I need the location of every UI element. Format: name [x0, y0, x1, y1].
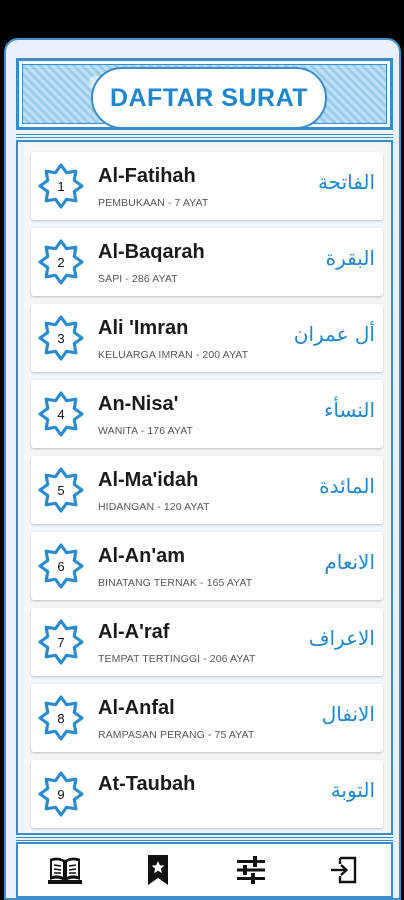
surah-name: Al-Baqarah	[98, 241, 205, 263]
surah-card[interactable]: 1 Al-Fatihah PEMBUKAAN - 7 AYAT الفاتحة	[31, 152, 383, 220]
surah-arabic-name: الاعراف	[308, 626, 375, 650]
surah-arabic-name: النسأء	[323, 398, 375, 422]
surah-meaning: KELUARGA IMRAN - 200 AYAT	[98, 349, 249, 361]
surah-meaning: PEMBUKAAN - 7 AYAT	[98, 197, 209, 209]
header-ornament: DAFTAR SURAT	[22, 64, 387, 129]
surah-name: Al-Fatihah	[98, 165, 196, 187]
surah-arabic-name: التوبة	[330, 778, 375, 802]
surah-arabic-name: أل عمران	[293, 322, 375, 346]
footer-divider	[16, 837, 393, 841]
exit-icon	[329, 856, 359, 884]
surah-number: 3	[57, 330, 65, 346]
surah-name: Al-Ma'idah	[98, 469, 199, 491]
surah-meaning: TEMPAT TERTINGGI - 206 AYAT	[98, 653, 256, 665]
nav-settings-button[interactable]	[221, 846, 281, 894]
surah-card[interactable]: 7 Al-A'raf TEMPAT TERTINGGI - 206 AYAT الاع…	[31, 608, 383, 676]
settings-sliders-icon	[236, 856, 266, 884]
surah-number: 6	[57, 558, 65, 574]
surah-name: Al-An'am	[98, 545, 185, 567]
surah-number: 8	[57, 710, 65, 726]
surah-card[interactable]: 9 At-Taubah التوبة	[31, 760, 383, 828]
surah-card[interactable]: 3 Ali 'Imran KELUARGA IMRAN - 200 AYAT أل ع…	[31, 304, 383, 372]
surah-card[interactable]: 2 Al-Baqarah SAPI - 286 AYAT البقرة	[31, 228, 383, 296]
surah-number: 1	[57, 178, 65, 194]
surah-card[interactable]: 6 Al-An'am BINATANG TERNAK - 165 AYAT الانع…	[31, 532, 383, 600]
app-window: DAFTAR SURAT 1 Al-Fatihah PEMBUKAAN - 7 AY…	[4, 38, 401, 900]
nav-quran-button[interactable]	[35, 846, 95, 894]
bookmark-star-icon	[145, 854, 171, 886]
bottom-navigation	[16, 842, 393, 898]
surah-card[interactable]: 4 An-Nisa' WANITA - 176 AYAT النسأء	[31, 380, 383, 448]
surah-number: 7	[57, 634, 65, 650]
surah-list: 1 Al-Fatihah PEMBUKAAN - 7 AYAT الفاتحة 2 Al-…	[18, 152, 391, 833]
surah-card[interactable]: 8 Al-Anfal RAMPASAN PERANG - 75 AYAT الانفا…	[31, 684, 383, 752]
surah-name: Ali 'Imran	[98, 317, 189, 339]
header-divider	[16, 134, 393, 138]
surah-meaning: HIDANGAN - 120 AYAT	[98, 501, 210, 513]
surah-number: 2	[57, 254, 65, 270]
surah-meaning: BINATANG TERNAK - 165 AYAT	[98, 577, 253, 589]
surah-number: 4	[57, 406, 65, 422]
quran-book-icon	[47, 855, 82, 885]
surah-arabic-name: الانعام	[324, 550, 375, 574]
surah-arabic-name: الانفال	[321, 702, 375, 726]
nav-bookmark-button[interactable]	[128, 846, 188, 894]
surah-meaning: WANITA - 176 AYAT	[98, 425, 194, 437]
surah-name: An-Nisa'	[98, 393, 179, 415]
surah-name: At-Taubah	[98, 773, 196, 795]
surah-list-frame[interactable]: 1 Al-Fatihah PEMBUKAAN - 7 AYAT الفاتحة 2 Al-…	[16, 140, 393, 835]
surah-meaning: SAPI - 286 AYAT	[98, 273, 178, 285]
page-title: DAFTAR SURAT	[109, 83, 309, 112]
surah-card[interactable]: 5 Al-Ma'idah HIDANGAN - 120 AYAT المائدة	[31, 456, 383, 524]
title-badge: DAFTAR SURAT	[91, 67, 327, 129]
header-banner: DAFTAR SURAT	[16, 58, 393, 130]
surah-arabic-name: المائدة	[319, 474, 375, 498]
surah-arabic-name: البقرة	[325, 246, 375, 270]
surah-meaning: RAMPASAN PERANG - 75 AYAT	[98, 729, 255, 741]
surah-name: Al-Anfal	[98, 697, 175, 719]
surah-arabic-name: الفاتحة	[317, 170, 375, 194]
surah-name: Al-A'raf	[98, 621, 170, 643]
surah-number: 5	[57, 482, 65, 498]
nav-exit-button[interactable]	[314, 846, 374, 894]
surah-number: 9	[57, 786, 65, 802]
